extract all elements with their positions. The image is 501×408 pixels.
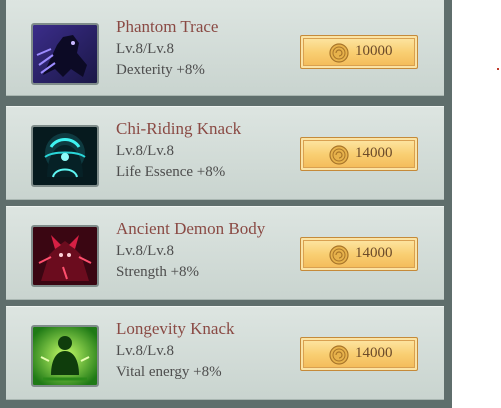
skill-bonus: Life Essence +8% — [116, 164, 226, 180]
coin-icon — [329, 245, 349, 265]
skill-row-phantom-trace: Phantom Trace Lv.8/Lv.8 Dexterity +8% 10… — [6, 0, 444, 96]
buy-button-longevity-knack[interactable]: 14000 — [300, 337, 418, 371]
skill-bonus: Vital energy +8% — [116, 364, 222, 380]
coin-icon — [329, 43, 349, 63]
skill-level: Lv.8/Lv.8 — [116, 343, 175, 359]
price-label: 14000 — [355, 345, 393, 361]
skill-level: Lv.8/Lv.8 — [116, 143, 175, 159]
price-label: 14000 — [355, 145, 393, 161]
skill-level: Lv.8/Lv.8 — [116, 243, 175, 259]
decorative-dot — [497, 68, 499, 70]
skill-level: Lv.8/Lv.8 — [116, 41, 175, 57]
price-label: 10000 — [355, 43, 393, 59]
skill-list-panel: Phantom Trace Lv.8/Lv.8 Dexterity +8% 10… — [0, 0, 452, 408]
skill-bonus: Strength +8% — [116, 264, 200, 280]
coin-icon — [329, 145, 349, 165]
buy-button-chi-riding-knack[interactable]: 14000 — [300, 137, 418, 171]
chi-riding-knack-icon — [31, 125, 99, 187]
buy-button-phantom-trace[interactable]: 10000 — [300, 35, 418, 69]
skill-row-ancient-demon-body: Ancient Demon Body Lv.8/Lv.8 Strength +8… — [6, 206, 444, 300]
skill-name: Longevity Knack — [116, 319, 235, 338]
buy-button-ancient-demon-body[interactable]: 14000 — [300, 237, 418, 271]
phantom-trace-icon — [31, 23, 99, 85]
longevity-knack-icon — [31, 325, 99, 387]
skill-bonus: Dexterity +8% — [116, 62, 205, 78]
skill-name: Ancient Demon Body — [116, 219, 266, 238]
skill-row-chi-riding-knack: Chi-Riding Knack Lv.8/Lv.8 Life Essence … — [6, 106, 444, 200]
skill-row-longevity-knack: Longevity Knack Lv.8/Lv.8 Vital energy +… — [6, 306, 444, 400]
skill-name: Chi-Riding Knack — [116, 119, 242, 138]
skill-name: Phantom Trace — [116, 17, 219, 36]
price-label: 14000 — [355, 245, 393, 261]
coin-icon — [329, 345, 349, 365]
ancient-demon-body-icon — [31, 225, 99, 287]
